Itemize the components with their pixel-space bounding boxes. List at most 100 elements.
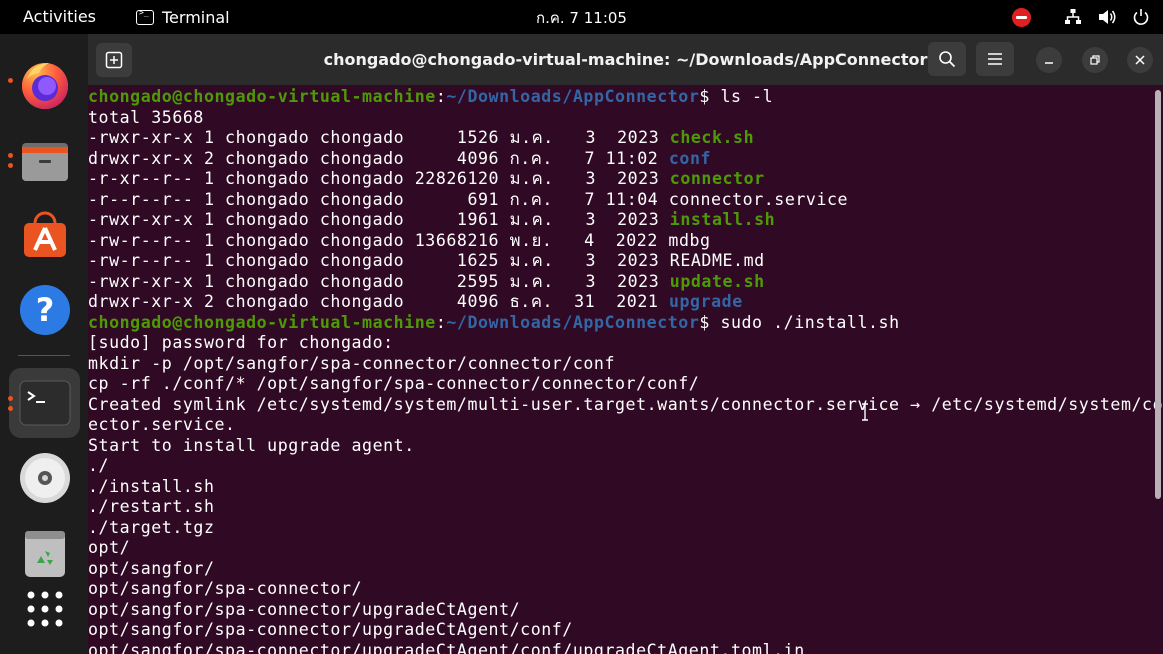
running-indicator [8, 153, 13, 168]
restore-icon [1090, 55, 1100, 65]
output-line: opt/sangfor/spa-connector/ [88, 579, 363, 598]
app-menu[interactable]: Terminal [136, 0, 230, 34]
dock-terminal[interactable] [8, 368, 80, 438]
search-icon [939, 51, 956, 68]
file-name: conf [668, 148, 712, 168]
file-meta: -r--r--r-- 1 chongado chongado 691 ก.ค. … [88, 189, 669, 209]
dock: ? [0, 34, 88, 654]
dock-disc[interactable] [9, 443, 80, 513]
hamburger-icon [988, 53, 1002, 65]
output-line: ./target.tgz [88, 517, 215, 537]
file-meta: -rwxr-xr-x 1 chongado chongado 1526 ม.ค.… [88, 128, 670, 147]
prompt-user: chongado@chongado-virtual-machine [88, 87, 436, 106]
output-line: ./install.sh [88, 476, 215, 496]
output-line: total 35668 [88, 107, 204, 127]
firefox-icon [21, 63, 68, 109]
file-name: connector [669, 169, 765, 188]
ls-row: -rwxr-xr-x 1 chongado chongado 1526 ม.ค.… [88, 128, 1163, 149]
output-line: Created symlink /etc/systemd/system/mult… [88, 394, 1163, 414]
dock-show-apps[interactable] [9, 574, 80, 644]
ls-row: -rwxr-xr-x 1 chongado chongado 2595 ม.ค.… [88, 272, 1163, 293]
prompt-path: ~/Downloads/AppConnector [446, 87, 700, 106]
output-line: mkdir -p /opt/sangfor/spa-connector/conn… [88, 353, 616, 373]
terminal-icon [19, 380, 70, 426]
text-cursor-icon [862, 403, 868, 421]
file-meta: -r-xr--r-- 1 chongado chongado 22826120 … [88, 169, 670, 188]
minimize-icon [1045, 62, 1053, 64]
file-meta: -rw-r--r-- 1 chongado chongado 1625 ม.ค.… [88, 251, 670, 270]
running-indicator [8, 78, 13, 83]
file-name: upgrade [668, 292, 743, 311]
ls-row: -r-xr--r-- 1 chongado chongado 22826120 … [88, 169, 1163, 190]
close-button[interactable] [1127, 47, 1153, 73]
output-line: opt/ [88, 538, 131, 557]
files-icon [21, 143, 68, 181]
output-line: cp -rf ./conf/* /opt/sangfor/spa-connect… [88, 374, 700, 393]
running-indicator [8, 396, 13, 411]
command-text: $ sudo ./install.sh [699, 312, 900, 332]
dock-files[interactable] [8, 125, 80, 195]
dock-firefox[interactable] [8, 50, 80, 120]
volume-icon[interactable] [1097, 7, 1117, 27]
file-name: connector.service [668, 189, 849, 209]
help-icon: ? [19, 285, 70, 335]
output-line: Start to install upgrade agent. [88, 435, 415, 455]
do-not-disturb-icon[interactable] [1012, 7, 1031, 27]
activities-button[interactable]: Activities [14, 0, 105, 34]
app-menu-label: Terminal [162, 7, 230, 27]
file-meta: -rwxr-xr-x 1 chongado chongado 1961 ม.ค.… [88, 210, 670, 229]
file-name: install.sh [669, 210, 776, 229]
dock-app-center[interactable] [9, 200, 80, 270]
prompt-user: chongado@chongado-virtual-machine [88, 312, 436, 332]
prompt-path: ~/Downloads/AppConnector [446, 312, 700, 332]
terminal-app-icon [136, 8, 154, 25]
output-line: ector.service. [88, 415, 236, 434]
network-icon[interactable] [1063, 7, 1083, 27]
top-bar: Activities Terminal ก.ค. 7 11:05 [0, 0, 1163, 34]
minimize-button[interactable] [1036, 47, 1062, 73]
dock-separator [18, 355, 70, 356]
file-meta: drwxr-xr-x 2 chongado chongado 4096 ก.ค.… [88, 148, 669, 168]
clock[interactable]: ก.ค. 7 11:05 [536, 9, 627, 27]
output-line: opt/sangfor/spa-connector/upgradeCtAgent… [88, 620, 573, 639]
file-name: check.sh [669, 128, 755, 147]
trash-icon [24, 531, 65, 577]
output-line: opt/sangfor/spa-connector/upgradeCtAgent… [88, 599, 521, 619]
output-line: opt/sangfor/spa-connector/upgradeCtAgent… [88, 640, 805, 654]
menu-button[interactable] [976, 42, 1014, 76]
power-icon[interactable] [1131, 7, 1151, 27]
header-bar[interactable]: chongado@chongado-virtual-machine: ~/Dow… [88, 34, 1163, 85]
file-meta: drwxr-xr-x 2 chongado chongado 4096 ธ.ค.… [88, 292, 669, 311]
scrollbar[interactable] [1155, 90, 1161, 499]
file-meta: -rw-r--r-- 1 chongado chongado 13668216 … [88, 230, 669, 250]
ls-row: -rw-r--r-- 1 chongado chongado 1625 ม.ค.… [88, 251, 1163, 272]
prompt-line: chongado@chongado-virtual-machine:~/Down… [88, 312, 900, 332]
search-button[interactable] [928, 42, 966, 76]
svg-text:?: ? [35, 291, 54, 329]
close-icon [1135, 55, 1145, 65]
file-name: update.sh [669, 271, 765, 291]
ls-row: -rwxr-xr-x 1 chongado chongado 1961 ม.ค.… [88, 210, 1163, 231]
output-line: [sudo] password for chongado: [88, 333, 394, 352]
system-tray[interactable] [1012, 0, 1151, 34]
prompt-line: chongado@chongado-virtual-machine:~/Down… [88, 87, 774, 106]
dock-help[interactable]: ? [9, 275, 80, 345]
app-center-icon [23, 211, 66, 257]
ls-row: -r--r--r-- 1 chongado chongado 691 ก.ค. … [88, 190, 1163, 211]
disc-icon [19, 453, 70, 503]
output-line: ./ [88, 456, 110, 475]
file-name: README.md [669, 251, 765, 270]
restore-button[interactable] [1082, 47, 1108, 73]
file-name: mdbg [668, 230, 711, 250]
terminal-output[interactable]: chongado@chongado-virtual-machine:~/Down… [88, 87, 1163, 654]
output-line: ./restart.sh [88, 497, 215, 516]
output-line: opt/sangfor/ [88, 558, 215, 578]
ls-row: drwxr-xr-x 2 chongado chongado 4096 ก.ค.… [88, 149, 1163, 170]
command-text: $ ls -l [699, 87, 774, 106]
ls-row: -rw-r--r-- 1 chongado chongado 13668216 … [88, 231, 1163, 252]
terminal-window: chongado@chongado-virtual-machine: ~/Dow… [88, 34, 1163, 654]
file-meta: -rwxr-xr-x 1 chongado chongado 2595 ม.ค.… [88, 271, 670, 291]
grid-icon [27, 591, 62, 627]
new-tab-icon [105, 51, 123, 69]
new-tab-button[interactable] [96, 43, 132, 77]
